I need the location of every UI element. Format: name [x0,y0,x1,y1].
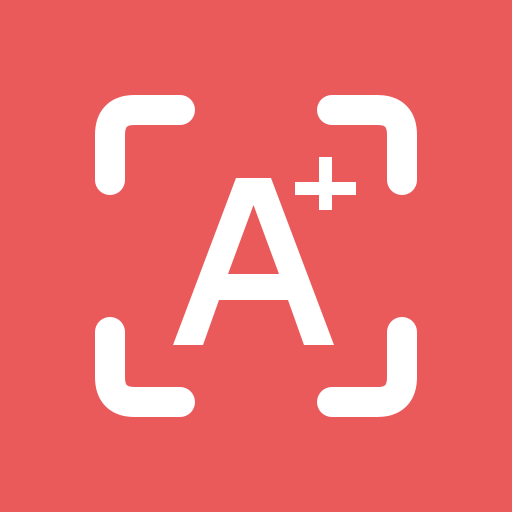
scan-frame-grade-icon [0,0,512,512]
app-icon [0,0,512,512]
icon-background [0,0,512,512]
